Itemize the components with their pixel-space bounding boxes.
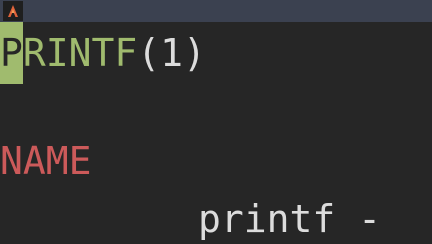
text-cursor: P [0,22,23,84]
title-bar [0,0,432,22]
section-heading-name: NAME [0,139,92,183]
man-page-title: RINTF [22,31,138,75]
man-page-section-number: (1) [137,31,206,75]
terminal-output[interactable]: PRINTF(1) NAME printf - [0,22,432,244]
name-description-line: printf - [198,197,382,241]
terminal-window: PRINTF(1) NAME printf - [0,0,432,244]
man-page-header-line: PRINTF(1) [0,22,206,84]
alacritty-logo-icon [8,5,18,17]
alacritty-icon[interactable] [3,1,23,21]
